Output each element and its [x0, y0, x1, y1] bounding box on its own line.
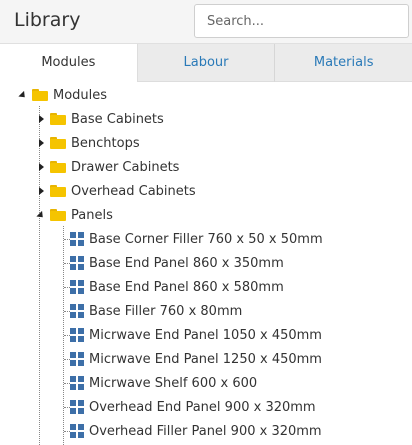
folder-icon	[50, 185, 66, 197]
module-grid-icon	[70, 376, 84, 390]
tree-item-label: Micrwave End Panel 1250 x 450mm	[89, 351, 322, 367]
tree-node-label: Drawer Cabinets	[71, 159, 180, 175]
tree-item-module[interactable]: Micrwave Shelf 600 x 600	[70, 371, 257, 395]
tab-labour[interactable]: Labour	[137, 44, 275, 82]
tree-item-module[interactable]: Overhead End Panel 900 x 320mm	[70, 395, 316, 419]
tree-node-label: Overhead Cabinets	[71, 183, 196, 199]
tree-item-label: Base Filler 760 x 80mm	[89, 303, 243, 319]
tree-folder-benchtops[interactable]: Benchtops	[36, 131, 140, 155]
module-grid-icon	[70, 232, 84, 246]
tree-folder-base-cabinets[interactable]: Base Cabinets	[36, 107, 164, 131]
module-grid-icon	[70, 328, 84, 342]
module-grid-icon	[70, 256, 84, 270]
tree-item-label: Overhead End Panel 900 x 320mm	[89, 399, 316, 415]
module-grid-icon	[70, 280, 84, 294]
tree-item-module[interactable]: Base End Panel 860 x 580mm	[70, 275, 284, 299]
expand-toggle-icon[interactable]	[36, 138, 46, 148]
module-grid-icon	[70, 304, 84, 318]
tree-folder-drawer-cabinets[interactable]: Drawer Cabinets	[36, 155, 179, 179]
folder-icon	[32, 89, 48, 101]
folder-icon	[50, 161, 66, 173]
tab-modules[interactable]: Modules	[0, 44, 138, 82]
tree-item-module[interactable]: Overhead Filler Panel 900 x 320mm	[70, 419, 322, 443]
tree-item-module[interactable]: Base Filler 760 x 80mm	[70, 299, 242, 323]
library-tabs: Modules Labour Materials	[0, 44, 412, 82]
folder-icon	[50, 209, 66, 221]
tree-folder-panels[interactable]: Panels	[36, 203, 113, 227]
expand-toggle-icon[interactable]	[36, 186, 46, 196]
module-tree: Modules Base Cabinets Benchtops Drawer C…	[0, 82, 412, 445]
tree-item-label: Base Corner Filler 760 x 50 x 50mm	[89, 231, 323, 247]
expand-toggle-icon[interactable]	[36, 162, 46, 172]
tab-materials[interactable]: Materials	[274, 44, 412, 82]
folder-icon	[50, 137, 66, 149]
module-grid-icon	[70, 424, 84, 438]
tree-folder-overhead-cabinets[interactable]: Overhead Cabinets	[36, 179, 196, 203]
search-input[interactable]	[194, 4, 409, 38]
tree-item-label: Base End Panel 860 x 580mm	[89, 279, 284, 295]
tree-node-label: Panels	[71, 207, 113, 223]
tree-root-modules[interactable]: Modules	[18, 83, 107, 107]
module-grid-icon	[70, 400, 84, 414]
tree-node-label: Benchtops	[71, 135, 140, 151]
tree-item-label: Micrwave Shelf 600 x 600	[89, 375, 258, 391]
tree-item-label: Overhead Filler Panel 900 x 320mm	[89, 423, 322, 439]
module-grid-icon	[70, 352, 84, 366]
tree-item-label: Base End Panel 860 x 350mm	[89, 255, 284, 271]
page-title: Library	[14, 9, 81, 31]
tree-node-label: Modules	[53, 87, 108, 103]
expand-toggle-icon[interactable]	[36, 114, 46, 124]
collapse-toggle-icon[interactable]	[36, 210, 46, 220]
collapse-toggle-icon[interactable]	[18, 90, 28, 100]
tree-item-module[interactable]: Micrwave End Panel 1050 x 450mm	[70, 323, 322, 347]
tree-item-module[interactable]: Micrwave End Panel 1250 x 450mm	[70, 347, 322, 371]
folder-icon	[50, 113, 66, 125]
library-header: Library	[0, 0, 412, 44]
tree-item-module[interactable]: Base End Panel 860 x 350mm	[70, 251, 284, 275]
tree-item-module[interactable]: Base Corner Filler 760 x 50 x 50mm	[70, 227, 323, 251]
tree-node-label: Base Cabinets	[71, 111, 164, 127]
tree-item-label: Micrwave End Panel 1050 x 450mm	[89, 327, 322, 343]
